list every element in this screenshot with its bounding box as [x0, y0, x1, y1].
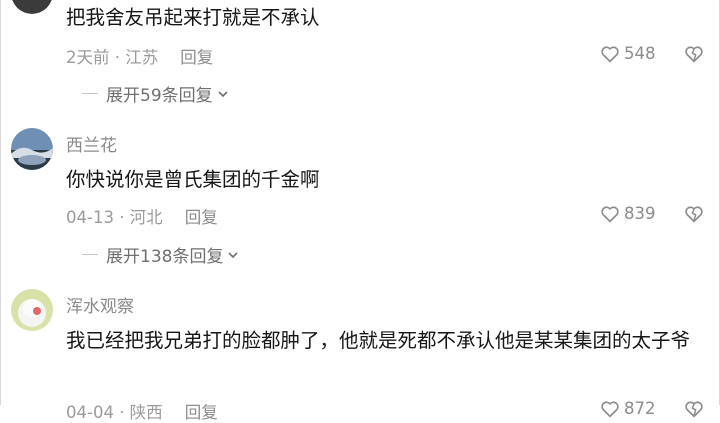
comment-time-location: 2天前 · 江苏 — [66, 48, 159, 67]
like-button[interactable]: 548 — [600, 44, 656, 63]
expand-replies-button[interactable]: 展开138条回复 — [82, 242, 239, 267]
avatar[interactable] — [11, 289, 53, 331]
comment-text: 你快说你是曾氏集团的千金啊 — [66, 168, 320, 191]
reply-button[interactable]: 回复 — [185, 403, 218, 422]
dislike-button[interactable] — [684, 400, 704, 418]
username[interactable]: 浑水观察 — [66, 292, 134, 317]
username[interactable]: 西兰花 — [66, 131, 117, 156]
comment-time-location: 04-04 · 陕西 — [66, 403, 163, 422]
comment-time-location: 04-13 · 河北 — [66, 208, 163, 227]
like-count: 839 — [624, 204, 656, 223]
divider — [82, 93, 98, 94]
chevron-down-icon — [228, 251, 239, 258]
expand-replies-label: 展开59条回复 — [106, 86, 213, 106]
expand-replies-label: 展开138条回复 — [106, 247, 224, 267]
like-count: 548 — [624, 44, 656, 63]
like-count: 872 — [624, 399, 656, 418]
chevron-down-icon — [218, 90, 228, 97]
like-button[interactable]: 872 — [600, 399, 656, 418]
comment-meta: 04-13 · 河北 回复 — [66, 204, 218, 228]
reply-button[interactable]: 回复 — [180, 48, 213, 67]
comment-meta: 04-04 · 陕西 回复 — [66, 399, 218, 423]
broken-heart-icon — [685, 46, 703, 63]
avatar[interactable] — [11, 128, 53, 170]
heart-icon — [601, 400, 619, 417]
avatar[interactable] — [11, 0, 53, 14]
comment-text: 把我舍友吊起来打就是不承认 — [66, 6, 320, 29]
broken-heart-icon — [685, 401, 703, 418]
broken-heart-icon — [685, 206, 703, 223]
comment-meta: 2天前 · 江苏 回复 — [66, 44, 213, 68]
reply-button[interactable]: 回复 — [185, 208, 218, 227]
dislike-button[interactable] — [684, 205, 704, 223]
like-button[interactable]: 839 — [600, 204, 656, 223]
heart-icon — [601, 205, 619, 222]
left-frame-line — [0, 0, 1, 405]
comment-text: 我已经把我兄弟打的脸都肿了，他就是死都不承认他是某某集团的太子爷 — [66, 329, 691, 352]
divider — [82, 254, 98, 255]
expand-replies-button[interactable]: 展开59条回复 — [82, 81, 229, 106]
dislike-button[interactable] — [684, 45, 704, 63]
heart-icon — [601, 45, 619, 62]
